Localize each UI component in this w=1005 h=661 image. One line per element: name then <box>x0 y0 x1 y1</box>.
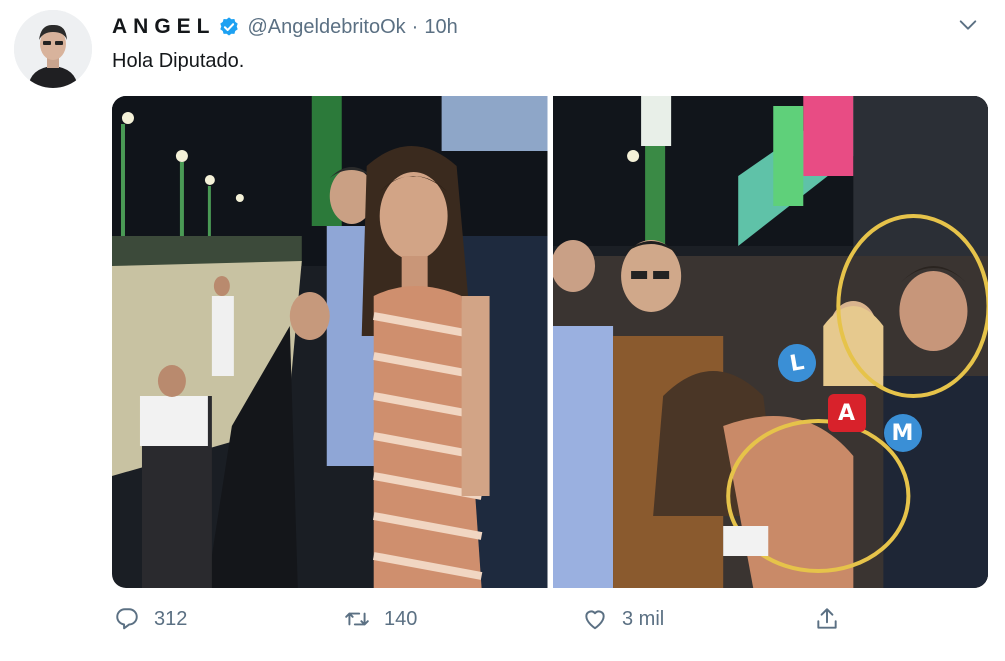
reply-icon <box>116 608 138 630</box>
reply-button[interactable]: 312 <box>114 606 187 632</box>
like-icon <box>585 610 605 630</box>
like-count: 3 mil <box>622 607 665 630</box>
reply-count: 312 <box>154 607 188 630</box>
share-icon <box>817 608 837 629</box>
retweet-button[interactable]: 140 <box>344 606 417 632</box>
lam-badge-a: A <box>827 394 866 432</box>
like-button[interactable]: 3 mil <box>582 606 664 632</box>
tweet-header: ANGEL @AngeldebritoOk · 10h <box>112 12 458 42</box>
photo-left[interactable] <box>112 96 548 588</box>
share-button[interactable] <box>814 606 854 632</box>
tweet-actions: 312 140 3 mil <box>112 606 852 642</box>
tweet-text: Hola Diputado. <box>112 50 245 72</box>
retweet-count: 140 <box>384 607 418 630</box>
lam-badge-m: M <box>883 414 922 452</box>
user-handle[interactable]: @AngeldebritoOk <box>248 16 406 39</box>
photo-right[interactable]: L A M <box>552 96 988 588</box>
timestamp[interactable]: 10h <box>424 16 457 39</box>
separator-dot: · <box>411 15 419 38</box>
tweet-media: L A M <box>112 96 988 588</box>
chevron-down-icon[interactable] <box>957 14 979 36</box>
verified-badge-icon <box>219 17 238 36</box>
retweet-icon <box>345 612 369 626</box>
display-name[interactable]: ANGEL <box>112 15 216 39</box>
avatar[interactable] <box>14 10 92 88</box>
